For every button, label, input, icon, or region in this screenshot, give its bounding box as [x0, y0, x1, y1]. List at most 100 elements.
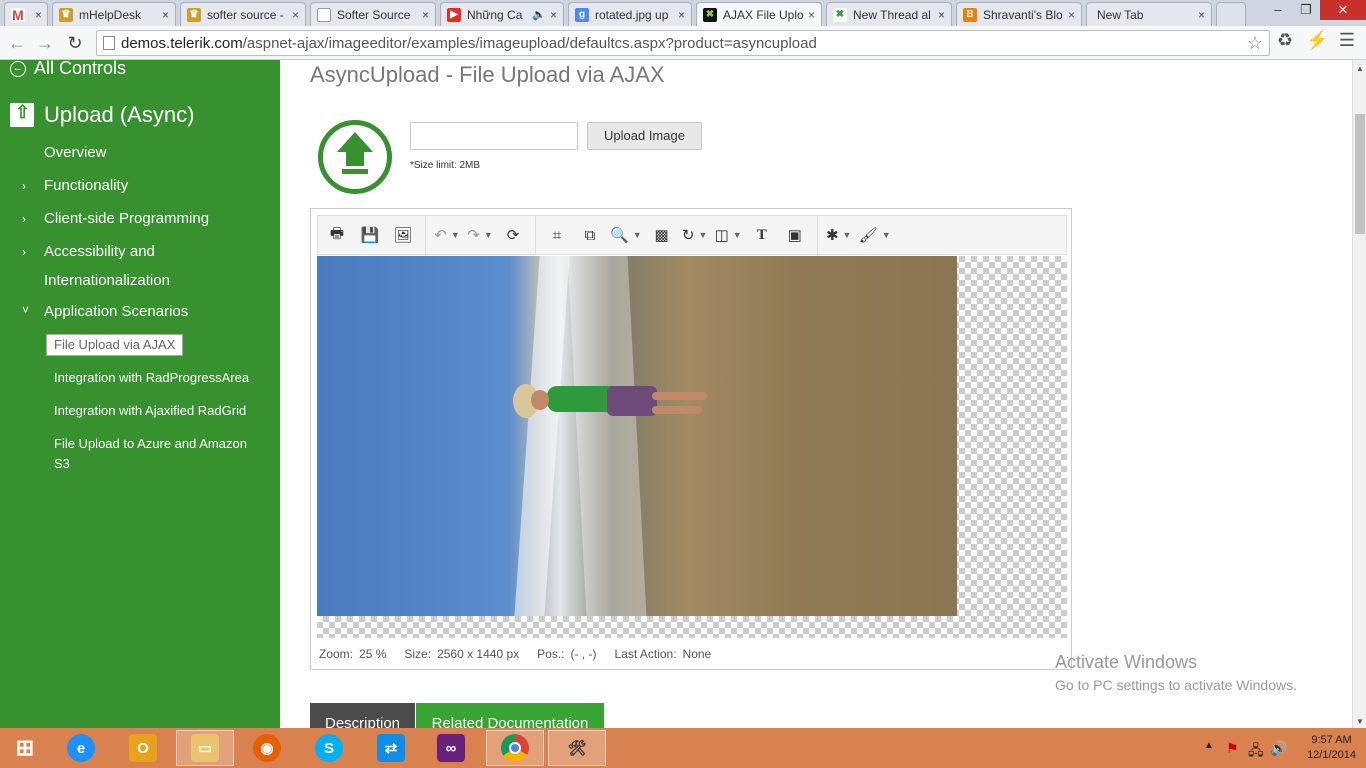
upload-image-button[interactable]: Upload Image: [587, 122, 702, 150]
rotate-icon[interactable]: ↻ ▼: [682, 222, 708, 248]
minimize-icon[interactable]: –: [1264, 0, 1292, 20]
sidebar-subitem-azure-amazon[interactable]: File Upload to Azure and Amazon S3: [54, 434, 264, 474]
tab-ajax-file-upload[interactable]: ✖ AJAX File Uplo ×: [696, 2, 822, 26]
size-status: Size: 2560 x 1440 px: [404, 647, 519, 661]
extension-icon[interactable]: ⚡: [1306, 30, 1328, 54]
clock-date: 12/1/2014: [1307, 749, 1356, 761]
dropdown-arrow-icon[interactable]: ▼: [451, 230, 460, 240]
back-icon[interactable]: ←: [6, 32, 28, 54]
sidebar-item-application-scenarios[interactable]: Application Scenarios: [44, 303, 188, 320]
reset-icon[interactable]: ⟳: [500, 222, 526, 248]
reload-icon[interactable]: ↻: [64, 32, 86, 54]
sidebar-item-internationalization[interactable]: Internationalization: [44, 272, 170, 289]
scroll-down-icon[interactable]: ▼: [1356, 717, 1364, 726]
tab-rotated-jpg[interactable]: g rotated.jpg up ×: [568, 2, 692, 26]
image-canvas[interactable]: [317, 256, 1067, 638]
all-controls-link[interactable]: ← All Controls: [10, 60, 126, 79]
scrollbar-thumb[interactable]: [1355, 114, 1365, 234]
scroll-up-icon[interactable]: ▲: [1356, 64, 1364, 73]
sidebar-subitem-file-upload-ajax[interactable]: File Upload via AJAX: [46, 334, 184, 356]
address-bar[interactable]: demos.telerik.com/aspnet-ajax/imageedito…: [96, 30, 1270, 56]
tab-youtube[interactable]: ▶ Những Ca 🔈 ×: [440, 2, 564, 26]
close-icon[interactable]: ×: [550, 8, 557, 22]
taskbar-chrome[interactable]: [486, 730, 544, 766]
close-icon[interactable]: ×: [162, 8, 169, 22]
forward-icon[interactable]: →: [34, 32, 56, 54]
tab-gmail[interactable]: M ×: [4, 2, 48, 26]
tab-related-documentation[interactable]: Related Documentation: [416, 703, 604, 728]
maximize-icon[interactable]: ❐: [1292, 0, 1320, 20]
page-scrollbar[interactable]: ▲ ▼: [1352, 60, 1366, 728]
chevron-right-icon[interactable]: ›: [22, 245, 26, 259]
close-icon[interactable]: ×: [938, 8, 945, 22]
visual-studio-icon: ∞: [437, 734, 465, 762]
action-center-icon[interactable]: ⚑: [1226, 740, 1239, 757]
save-icon[interactable]: 💾: [357, 222, 383, 248]
taskbar-outlook[interactable]: O: [114, 730, 172, 766]
insert-image-icon[interactable]: ▣: [782, 222, 808, 248]
draw-brush-icon[interactable]: 🖌 ▼: [859, 222, 891, 248]
tab-label: rotated.jpg up: [595, 7, 669, 22]
zoom-icon[interactable]: 🔍 ▼: [610, 222, 642, 248]
taskbar-skype[interactable]: S: [300, 730, 358, 766]
tab-softer-source-2[interactable]: Softer Source ×: [310, 2, 436, 26]
chrome-icon: [501, 734, 529, 762]
file-upload-input[interactable]: [410, 122, 578, 150]
bookmark-star-icon[interactable]: ☆: [1247, 33, 1263, 54]
chevron-right-icon[interactable]: ›: [22, 179, 26, 193]
close-icon[interactable]: ×: [1068, 8, 1075, 22]
redo-icon[interactable]: ↷ ▼: [467, 222, 493, 248]
close-icon[interactable]: ×: [808, 8, 815, 22]
taskbar-tools[interactable]: 🛠: [548, 730, 606, 766]
taskbar-visual-studio[interactable]: ∞: [422, 730, 480, 766]
chevron-right-icon[interactable]: ›: [22, 212, 26, 226]
tab-description[interactable]: Description: [310, 703, 415, 728]
network-icon[interactable]: 🖧: [1248, 740, 1264, 764]
dropdown-arrow-icon[interactable]: ▼: [733, 230, 742, 240]
close-icon[interactable]: ×: [1198, 8, 1205, 22]
sidebar-item-functionality[interactable]: Functionality: [44, 177, 128, 194]
dropdown-arrow-icon[interactable]: ▼: [698, 230, 707, 240]
flip-icon[interactable]: ◫ ▼: [715, 222, 742, 248]
print-icon[interactable]: 🖶: [324, 222, 350, 248]
tab-new-tab[interactable]: New Tab ×: [1086, 2, 1212, 26]
close-icon[interactable]: ×: [292, 8, 299, 22]
open-image-icon[interactable]: 🖼: [390, 222, 416, 248]
tab-shravanti-blog[interactable]: B Shravanti's Blo ×: [956, 2, 1082, 26]
tray-expand-icon[interactable]: ▲: [1204, 740, 1214, 751]
text-icon[interactable]: T: [749, 222, 775, 248]
url-text: demos.telerik.com/aspnet-ajax/imageedito…: [121, 35, 817, 52]
sidebar-subitem-ajaxified-radgrid[interactable]: Integration with Ajaxified RadGrid: [54, 401, 264, 421]
close-icon[interactable]: ×: [678, 8, 685, 22]
taskbar-ie[interactable]: e: [52, 730, 110, 766]
opacity-icon[interactable]: ▩: [649, 222, 675, 248]
resize-icon[interactable]: ⧉: [577, 222, 603, 248]
close-icon[interactable]: ×: [35, 8, 42, 22]
volume-icon[interactable]: 🔊: [1270, 740, 1287, 757]
menu-icon[interactable]: ☰: [1336, 30, 1358, 54]
window-close-icon[interactable]: ✕: [1320, 0, 1366, 20]
tab-softer-source[interactable]: ♛ softer source - ×: [180, 2, 306, 26]
start-button[interactable]: ⊞: [0, 730, 50, 766]
close-icon[interactable]: ×: [422, 8, 429, 22]
sidebar-item-client-side-programming[interactable]: Client-side Programming: [44, 210, 209, 227]
taskbar-clock[interactable]: 9:57 AM 12/1/2014: [1307, 733, 1356, 763]
undo-icon[interactable]: ↶ ▼: [434, 222, 460, 248]
dropdown-arrow-icon[interactable]: ▼: [843, 230, 852, 240]
effects-icon[interactable]: ✱ ▼: [826, 222, 852, 248]
dropdown-arrow-icon[interactable]: ▼: [882, 230, 891, 240]
taskbar-teamviewer[interactable]: ⇄: [362, 730, 420, 766]
new-tab-button[interactable]: [1216, 2, 1246, 26]
sidebar-subitem-radprogressarea[interactable]: Integration with RadProgressArea: [54, 368, 264, 388]
dropdown-arrow-icon[interactable]: ▼: [484, 230, 493, 240]
taskbar-file-explorer[interactable]: ▭: [176, 730, 234, 766]
crop-icon[interactable]: ⌗: [544, 222, 570, 248]
tab-mhelpdesk[interactable]: ♛ mHelpDesk ×: [52, 2, 176, 26]
tab-new-thread[interactable]: ✖ New Thread al ×: [826, 2, 952, 26]
sidebar-item-overview[interactable]: Overview: [44, 144, 107, 161]
chevron-down-icon[interactable]: ˅: [22, 303, 29, 317]
recycle-extension-icon[interactable]: ♻: [1274, 30, 1296, 54]
dropdown-arrow-icon[interactable]: ▼: [633, 230, 642, 240]
sidebar-item-accessibility[interactable]: Accessibility and: [44, 243, 155, 260]
taskbar-firefox[interactable]: ◉: [238, 730, 296, 766]
